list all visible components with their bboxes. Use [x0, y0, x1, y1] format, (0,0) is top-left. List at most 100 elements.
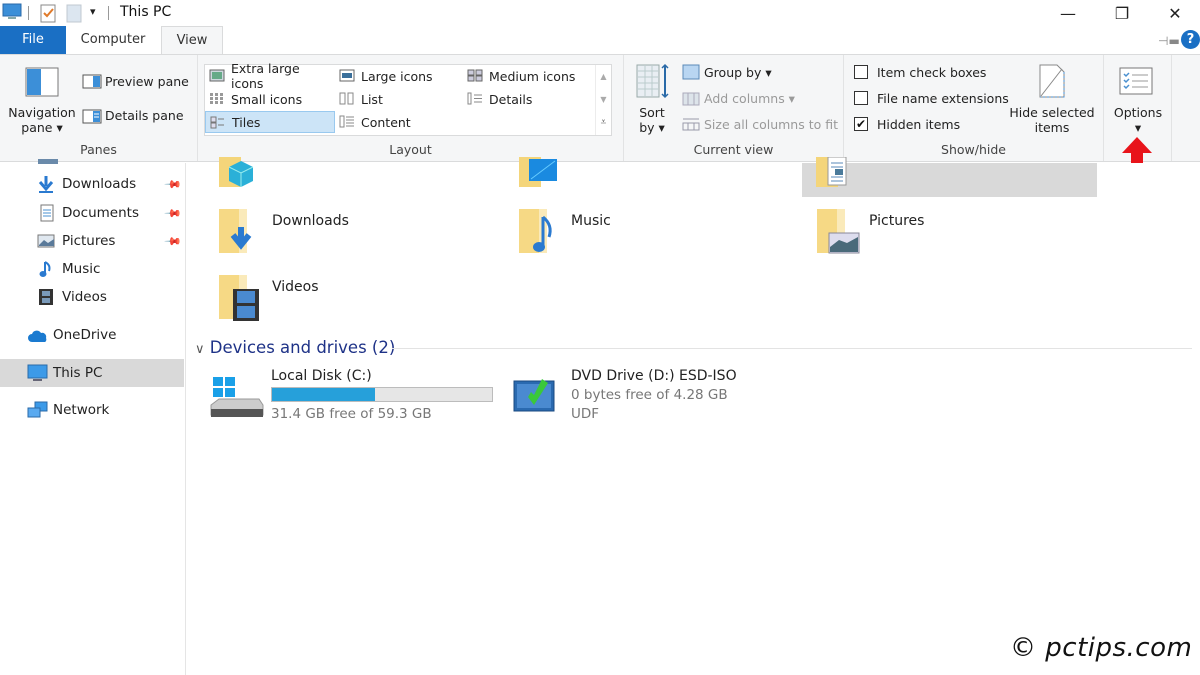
- preview-pane-button[interactable]: Preview pane: [105, 74, 189, 89]
- layout-details[interactable]: Details: [463, 88, 593, 110]
- nav-item-pictures[interactable]: Pictures 📌: [0, 228, 184, 254]
- videos-folder-icon: [219, 275, 259, 321]
- navigation-pane-icon: [25, 67, 59, 97]
- watermark: © pctips.com: [1010, 633, 1193, 663]
- drive-free-space: 31.4 GB free of 59.3 GB: [271, 406, 432, 422]
- folder-tile-pictures[interactable]: Pictures: [815, 207, 1097, 263]
- folder-tile-videos[interactable]: Videos: [217, 273, 497, 329]
- ribbon-tabs: File Computer View: [0, 26, 1200, 54]
- expand-gallery-icon[interactable]: ⩡: [596, 111, 611, 134]
- tab-file[interactable]: File: [0, 26, 66, 54]
- videos-icon: [39, 289, 53, 305]
- content-area: Downloads Music Pictures Videos ∨ Device…: [187, 157, 1200, 675]
- nav-item-downloads[interactable]: Downloads 📌: [0, 171, 184, 197]
- dvd-drive-icon: [513, 379, 555, 412]
- devices-section-header[interactable]: ∨ Devices and drives (2): [195, 338, 395, 357]
- large-icons-icon: [339, 69, 355, 82]
- separator: [108, 6, 109, 20]
- nav-item-music[interactable]: Music: [0, 256, 184, 282]
- group-by-icon: [682, 64, 700, 80]
- downloads-icon: [38, 176, 54, 193]
- hide-selected-items-button[interactable]: Hide selected items: [1008, 105, 1096, 135]
- pin-icon[interactable]: 📌: [163, 232, 182, 251]
- pictures-folder-icon: [817, 209, 860, 254]
- pin-ribbon-icon[interactable]: ⊣▬: [1158, 34, 1180, 48]
- details-icon: [467, 92, 482, 105]
- sort-by-icon: [636, 63, 669, 99]
- tab-view[interactable]: View: [161, 26, 223, 54]
- layout-gallery: Extra large icons Large icons Medium ico…: [204, 61, 612, 136]
- ribbon: Navigation pane ▾ Preview pane Details p…: [0, 54, 1200, 162]
- size-all-columns-button[interactable]: Size all columns to fit: [704, 117, 838, 132]
- nav-item-this-pc[interactable]: This PC: [0, 359, 184, 387]
- add-columns-icon: [682, 92, 700, 106]
- folder-tile-documents[interactable]: [802, 157, 1097, 197]
- show-hide-group: Item check boxes File name extensions ✔ …: [844, 55, 1104, 161]
- layout-extra-large-icons[interactable]: Extra large icons: [205, 61, 335, 91]
- quick-access-dropdown-icon[interactable]: ▾: [90, 5, 96, 18]
- pin-icon[interactable]: 📌: [163, 175, 182, 194]
- minimize-button[interactable]: —: [1045, 0, 1091, 26]
- details-pane-button[interactable]: Details pane: [105, 108, 184, 123]
- add-columns-button[interactable]: Add columns ▾: [704, 91, 795, 106]
- drive-tile-dvd[interactable]: DVD Drive (D:) ESD-ISO 0 bytes free of 4…: [512, 367, 812, 427]
- sort-by-button[interactable]: Sort by ▾: [634, 105, 670, 135]
- size-columns-icon: [682, 118, 700, 131]
- this-pc-icon[interactable]: [2, 3, 22, 21]
- item-check-boxes-label[interactable]: Item check boxes: [877, 65, 986, 80]
- folder-label: Music: [571, 213, 611, 229]
- local-disk-icon: [210, 377, 264, 417]
- options-button[interactable]: Options ▾: [1106, 105, 1170, 135]
- options-icon: [1119, 67, 1153, 95]
- nav-item-onedrive[interactable]: OneDrive: [0, 322, 184, 348]
- item-check-boxes-checkbox[interactable]: [854, 65, 868, 79]
- layout-group-label: Layout: [389, 142, 432, 157]
- drive-usage-fill: [272, 388, 376, 401]
- drive-tile-local-disk[interactable]: Local Disk (C:) 31.4 GB free of 59.3 GB: [209, 367, 509, 427]
- chevron-down-icon[interactable]: ∨: [195, 342, 205, 357]
- navigation-pane: Downloads 📌 Documents 📌 Pictures 📌 Music…: [0, 159, 186, 675]
- group-by-button[interactable]: Group by ▾: [704, 65, 772, 80]
- layout-list[interactable]: List: [335, 88, 463, 110]
- properties-icon[interactable]: [40, 3, 56, 23]
- folder-tile-music[interactable]: Music: [517, 207, 797, 263]
- drive-usage-bar: [271, 387, 493, 402]
- folder-tile-3d-objects[interactable]: [217, 157, 497, 197]
- folder-label: Videos: [272, 279, 319, 295]
- pin-icon[interactable]: 📌: [163, 204, 182, 223]
- hide-selected-items-icon: [1039, 64, 1065, 98]
- layout-large-icons[interactable]: Large icons: [335, 65, 463, 87]
- new-folder-icon[interactable]: [66, 3, 82, 23]
- layout-content[interactable]: Content: [335, 111, 463, 133]
- nav-item-network[interactable]: Network: [0, 397, 184, 423]
- folder-tile-downloads[interactable]: Downloads: [217, 207, 497, 263]
- documents-icon: [40, 204, 54, 222]
- hidden-items-label[interactable]: Hidden items: [877, 117, 960, 132]
- close-button[interactable]: ✕: [1152, 0, 1198, 26]
- pictures-icon: [37, 234, 55, 248]
- current-view-group: Sort by ▾ Group by ▾ Add columns ▾ Size …: [624, 55, 844, 161]
- layout-small-icons[interactable]: Small icons: [205, 88, 335, 110]
- scroll-up-icon[interactable]: ▲: [596, 65, 611, 88]
- scroll-down-icon[interactable]: ▼: [596, 88, 611, 111]
- folder-tile-desktop[interactable]: [517, 157, 797, 197]
- hidden-items-checkbox[interactable]: ✔: [854, 117, 868, 131]
- file-name-extensions-label[interactable]: File name extensions: [877, 91, 1009, 106]
- small-icons-icon: [210, 93, 223, 104]
- layout-gallery-scroll[interactable]: ▲ ▼ ⩡: [595, 65, 611, 135]
- nav-item-documents[interactable]: Documents 📌: [0, 200, 184, 226]
- layout-medium-icons[interactable]: Medium icons: [463, 65, 593, 87]
- navigation-pane-button[interactable]: Navigation pane ▾: [4, 105, 80, 135]
- network-icon: [27, 401, 48, 418]
- list-icon: [339, 92, 354, 105]
- help-icon[interactable]: ?: [1181, 30, 1200, 49]
- separator: [28, 6, 29, 20]
- restore-button[interactable]: ❐: [1099, 0, 1145, 26]
- nav-item-videos[interactable]: Videos: [0, 284, 184, 310]
- tiles-icon: [210, 116, 224, 129]
- tab-computer[interactable]: Computer: [68, 26, 158, 54]
- layout-tiles[interactable]: Tiles: [205, 111, 335, 133]
- drive-name: Local Disk (C:): [271, 368, 372, 384]
- file-name-extensions-checkbox[interactable]: [854, 91, 868, 105]
- current-view-group-label: Current view: [693, 142, 774, 157]
